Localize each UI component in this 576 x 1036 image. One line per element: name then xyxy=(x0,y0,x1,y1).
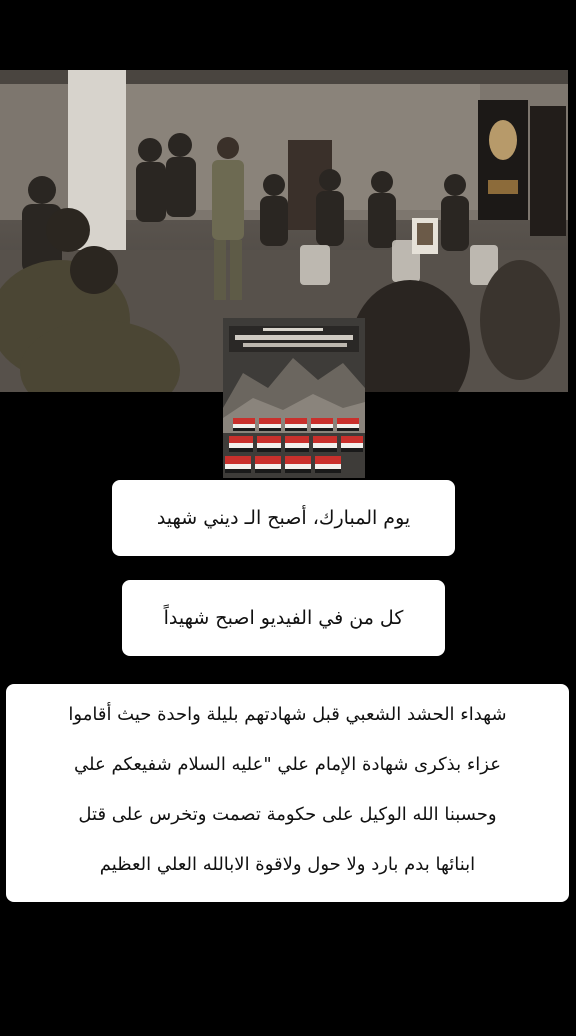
caption-line-2: كل من في الفيديو اصبح شهيداً xyxy=(122,580,445,656)
caption-line-2-text: كل من في الفيديو اصبح شهيداً xyxy=(163,607,404,629)
caption-paragraph: شهداء الحشد الشعبي قبل شهادتهم بليلة واح… xyxy=(6,684,569,902)
caption-paragraph-line: عزاء بذكرى شهادة الإمام علي "عليه السلام… xyxy=(74,754,501,775)
memorial-thumbnail[interactable] xyxy=(223,318,365,478)
memorial-image xyxy=(223,318,365,478)
caption-paragraph-line: شهداء الحشد الشعبي قبل شهادتهم بليلة واح… xyxy=(68,704,507,725)
caption-paragraph-line: ابنائها بدم بارد ولا حول ولاقوة الابالله… xyxy=(99,854,476,875)
caption-paragraph-line: وحسبنا الله الوكيل على حكومة تصمت وتخرس … xyxy=(78,804,497,825)
caption-line-1: يوم المبارك، أصبح الـ ديني شهيد xyxy=(112,480,455,556)
caption-line-1-text: يوم المبارك، أصبح الـ ديني شهيد xyxy=(156,507,411,529)
